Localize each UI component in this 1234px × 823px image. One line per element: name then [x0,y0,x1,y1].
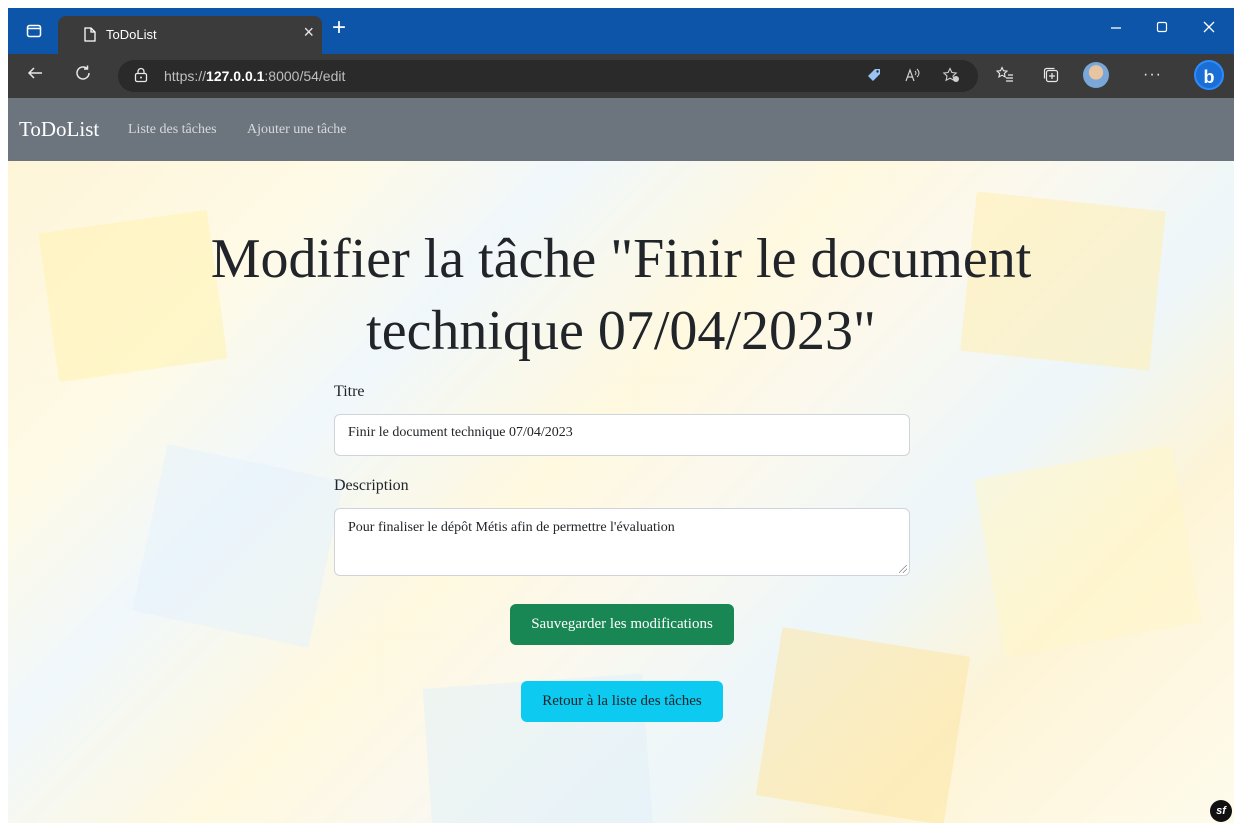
sticky-note-decoration [755,627,971,823]
tab-bar: ToDoList × + [8,8,1234,54]
description-label: Description [334,477,409,494]
lock-icon[interactable] [134,67,148,88]
maximize-icon[interactable] [1155,18,1169,38]
browser-window: ToDoList × + https://127.0.0.1:8000/54/e… [8,8,1234,823]
nav-link-add-task[interactable]: Ajouter une tâche [247,122,347,138]
tag-icon[interactable] [866,66,886,82]
tab-actions-icon[interactable] [26,23,42,44]
page-content: Modifier la tâche "Finir le document tec… [8,161,1234,823]
minimize-icon[interactable] [1109,18,1123,38]
edit-task-form: Titre Finir le document technique 07/04/… [334,383,910,576]
sticky-note-decoration [132,444,344,648]
close-window-icon[interactable] [1202,18,1216,38]
title-input[interactable]: Finir le document technique 07/04/2023 [334,414,910,456]
back-icon[interactable] [26,64,44,87]
back-to-list-button[interactable]: Retour à la liste des tâches [521,681,723,722]
navbar-brand[interactable]: ToDoList [19,117,99,142]
profile-avatar[interactable] [1083,62,1109,88]
bing-chat-icon[interactable]: b [1194,60,1224,90]
read-aloud-icon[interactable] [904,66,924,82]
title-label: Titre [334,383,365,400]
nav-link-task-list[interactable]: Liste des tâches [128,122,217,138]
favorites-icon[interactable] [995,66,1014,89]
tab-title: ToDoList [106,27,157,42]
resize-handle-icon[interactable] [899,565,907,573]
refresh-icon[interactable] [74,64,92,87]
description-textarea[interactable]: Pour finaliser le dépôt Métis afin de pe… [334,508,910,576]
page-title-line1: Modifier la tâche "Finir le document [210,228,1032,290]
tab-todolist[interactable]: ToDoList × [58,16,322,54]
page-icon [84,27,96,45]
page-title-line2: technique 07/04/2023" [366,300,876,362]
close-tab-icon[interactable]: × [303,23,314,41]
save-changes-button[interactable]: Sauvegarder les modifications [510,604,734,645]
symfony-toolbar-icon[interactable]: sf [1210,800,1232,822]
url-field[interactable]: https://127.0.0.1:8000/54/edit [118,60,978,92]
app-navbar: ToDoList Liste des tâches Ajouter une tâ… [8,98,1234,161]
url-end-icons [866,66,960,83]
address-bar: https://127.0.0.1:8000/54/edit ··· b [8,54,1234,98]
url-text: https://127.0.0.1:8000/54/edit [164,68,346,84]
sticky-note-decoration [973,445,1203,657]
more-menu-icon[interactable]: ··· [1143,66,1162,84]
collections-icon[interactable] [1042,66,1060,89]
page-title: Modifier la tâche "Finir le document tec… [8,223,1234,367]
add-favorite-icon[interactable] [942,66,960,83]
description-text: Pour finaliser le dépôt Métis afin de pe… [348,520,675,535]
new-tab-icon[interactable]: + [332,16,346,40]
